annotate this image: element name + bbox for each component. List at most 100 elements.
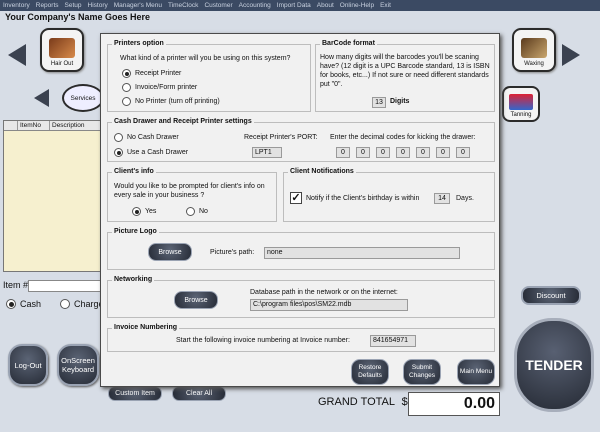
category-label: Tanning: [510, 112, 532, 118]
menu-item[interactable]: Import Data: [277, 2, 311, 9]
menu-item[interactable]: Accounting: [239, 2, 271, 9]
invoice-label: Invoice/Form printer: [135, 84, 198, 91]
submit-changes-button[interactable]: Submit Changes: [403, 359, 441, 385]
yes-radio[interactable]: [132, 207, 141, 216]
invoice-numbering-group: Invoice Numbering Start the following in…: [107, 324, 495, 352]
client-info-yes[interactable]: Yes: [132, 207, 156, 216]
logo-browse-button[interactable]: Browse: [148, 243, 192, 261]
picture-logo-group: Picture Logo Browse Picture's path: none: [107, 228, 495, 270]
drawer-code-input[interactable]: 0: [376, 147, 390, 158]
scroll-right-arrow-icon[interactable]: [562, 44, 580, 66]
table-header-spacer: [4, 121, 18, 130]
noprinter-label: No Printer (turn off printing): [135, 98, 220, 105]
services-label: Services: [70, 94, 96, 102]
receipt-radio[interactable]: [122, 69, 131, 78]
logo-path-input[interactable]: none: [264, 247, 460, 259]
no-drawer-label: No Cash Drawer: [127, 134, 179, 141]
receipt-label: Receipt Printer: [135, 70, 182, 77]
drawer-code-input[interactable]: 0: [396, 147, 410, 158]
category-label: Waxing: [524, 61, 544, 67]
no-radio[interactable]: [186, 207, 195, 216]
cash-radio[interactable]: [6, 299, 16, 309]
col-itemno: ItemNo: [18, 121, 50, 130]
birthday-days-input[interactable]: 14: [434, 193, 450, 204]
clear-all-button[interactable]: Clear All: [172, 386, 226, 401]
days-label: Days.: [456, 195, 474, 202]
clear-all-label: Clear All: [185, 390, 213, 397]
logo-path-label: Picture's path:: [210, 249, 255, 256]
menu-item[interactable]: Customer: [204, 2, 232, 9]
printer-option-none[interactable]: No Printer (turn off printing): [122, 97, 220, 106]
custom-item-button[interactable]: Custom Item: [108, 386, 162, 401]
category-hair-cut[interactable]: Hair Out: [40, 28, 84, 72]
yes-label: Yes: [145, 208, 157, 215]
items-table[interactable]: ItemNo Description: [3, 120, 103, 272]
menu-item[interactable]: TimeClock: [168, 2, 198, 9]
printers-question: What kind of a printer will you be using…: [120, 55, 291, 62]
menu-item[interactable]: History: [88, 2, 108, 9]
tanning-image: [509, 94, 533, 110]
printer-option-invoice[interactable]: Invoice/Form printer: [122, 83, 197, 92]
printer-option-receipt[interactable]: Receipt Printer: [122, 69, 181, 78]
drawer-option-none[interactable]: No Cash Drawer: [114, 133, 179, 142]
notifications-title: Client Notifications: [288, 168, 356, 175]
category-tanning[interactable]: Tanning: [502, 86, 540, 122]
port-input[interactable]: LPT1: [252, 147, 282, 158]
keyboard-label: OnScreen Keyboard: [61, 356, 95, 374]
invoice-title: Invoice Numbering: [112, 324, 180, 331]
drawer-code-input[interactable]: 0: [356, 147, 370, 158]
category-waxing[interactable]: Waxing: [512, 28, 556, 72]
menu-item[interactable]: Inventory: [3, 2, 30, 9]
discount-button[interactable]: Discount: [521, 286, 581, 305]
printers-title: Printers option: [112, 40, 166, 47]
services-left-arrow-icon[interactable]: [34, 89, 49, 107]
company-name: Your Company's Name Goes Here: [5, 12, 151, 22]
menu-item[interactable]: Setup: [65, 2, 82, 9]
network-browse-button[interactable]: Browse: [174, 291, 218, 309]
menu-bar: Inventory Reports Setup History Manager's Me…: [0, 0, 600, 11]
drawer-code-input[interactable]: 0: [436, 147, 450, 158]
invoice-radio[interactable]: [122, 83, 131, 92]
client-info-question: Would you like to be prompted for client…: [114, 183, 265, 199]
networking-title: Networking: [112, 276, 155, 283]
restore-defaults-button[interactable]: Restore Defaults: [351, 359, 389, 385]
client-notifications-group: Client Notifications ✓ Notify if the Cli…: [283, 168, 495, 222]
onscreen-keyboard-button[interactable]: OnScreen Keyboard: [57, 344, 99, 386]
barcode-title: BarCode format: [320, 40, 377, 47]
payment-cash[interactable]: Cash: [6, 299, 41, 309]
charge-radio[interactable]: [60, 299, 70, 309]
use-drawer-radio[interactable]: [114, 148, 123, 157]
menu-item[interactable]: Reports: [36, 2, 59, 9]
grand-total-value: 0.00: [408, 392, 500, 416]
drawer-code-input[interactable]: 0: [456, 147, 470, 158]
menu-item[interactable]: Online-Help: [340, 2, 374, 9]
network-path-input[interactable]: C:\program files\pos\SM22.mdb: [250, 299, 408, 311]
services-button[interactable]: Services: [62, 84, 104, 112]
barcode-digits-input[interactable]: 13: [372, 97, 386, 108]
no-drawer-radio[interactable]: [114, 133, 123, 142]
logout-button[interactable]: Log-Out: [8, 344, 48, 386]
client-info-title: Client's info: [112, 168, 156, 175]
drawer-code-input[interactable]: 0: [416, 147, 430, 158]
no-label: No: [199, 208, 208, 215]
currency-symbol: $: [401, 396, 408, 408]
digits-label: Digits: [390, 98, 410, 105]
main-menu-button[interactable]: Main Menu: [457, 359, 495, 385]
scroll-left-arrow-icon[interactable]: [8, 44, 26, 66]
drawer-code-input[interactable]: 0: [336, 147, 350, 158]
item-number-label: Item #: [3, 280, 29, 290]
noprinter-radio[interactable]: [122, 97, 131, 106]
menu-item[interactable]: About: [317, 2, 334, 9]
menu-item[interactable]: Manager's Menu: [114, 2, 162, 9]
item-number-input[interactable]: [28, 280, 104, 292]
codes-label: Enter the decimal codes for kicking the …: [330, 134, 476, 141]
payment-charge[interactable]: Charge: [60, 299, 104, 309]
table-header: ItemNo Description: [4, 121, 102, 131]
port-label: Receipt Printer's PORT:: [244, 134, 318, 141]
tender-button[interactable]: TENDER: [514, 318, 594, 412]
invoice-number-input[interactable]: 841654971: [370, 335, 416, 347]
client-info-no[interactable]: No: [186, 207, 208, 216]
birthday-checkbox[interactable]: ✓: [290, 192, 302, 204]
drawer-option-use[interactable]: Use a Cash Drawer: [114, 148, 188, 157]
menu-item[interactable]: Exit: [380, 2, 391, 9]
